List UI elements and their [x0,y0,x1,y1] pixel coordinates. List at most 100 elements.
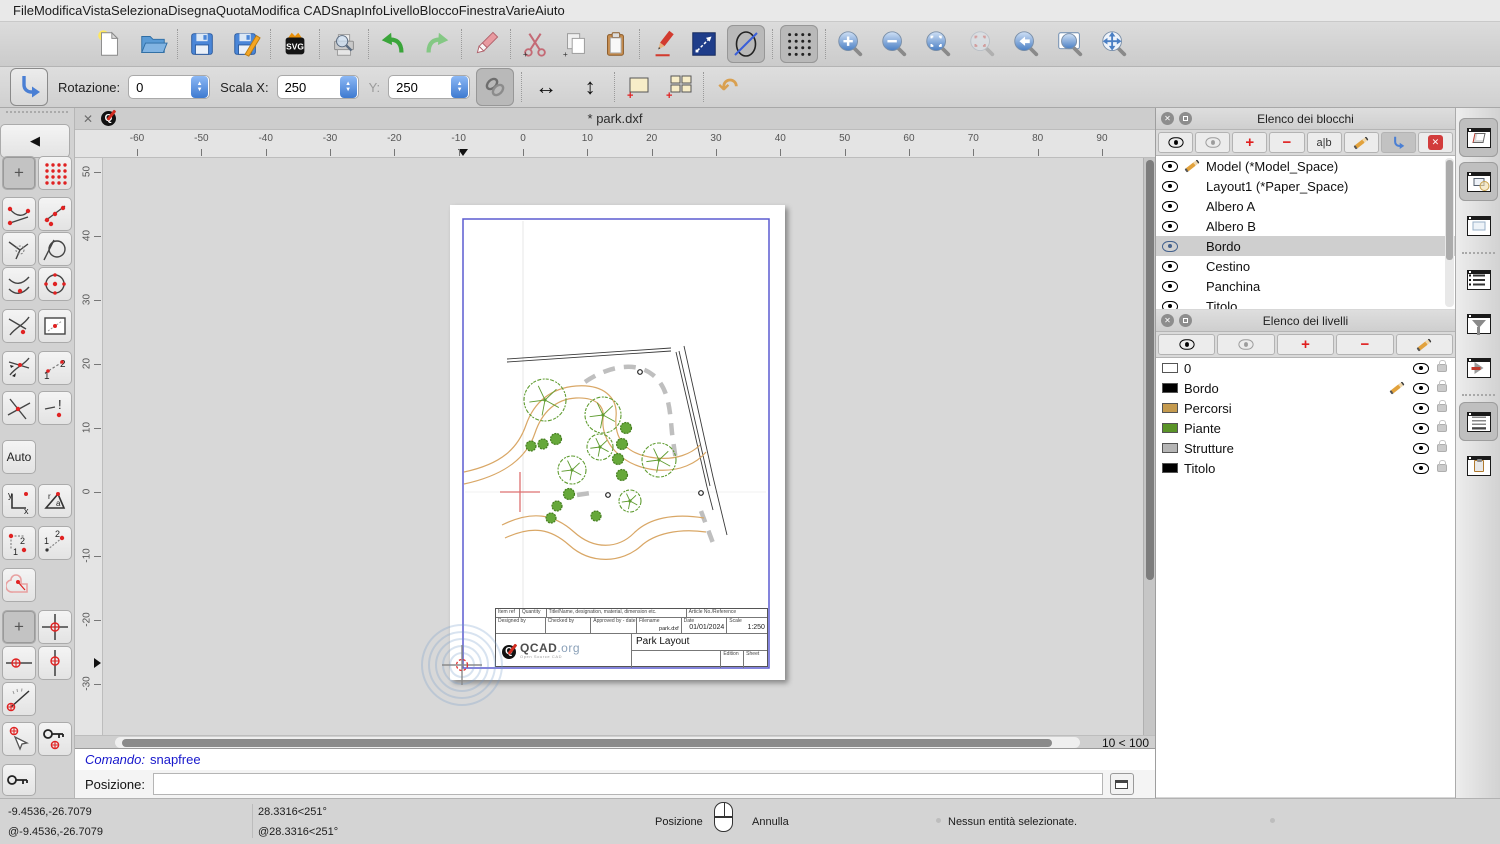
blocks-insert-button[interactable] [1380,132,1416,153]
block-visibility-icon[interactable] [1162,260,1178,272]
restrict-horizontal-button[interactable] [2,646,36,680]
snap-forced-button[interactable]: ! [38,391,72,425]
layer-row[interactable]: 0 [1156,358,1455,378]
snap-grid-button[interactable] [38,156,72,190]
menu-item[interactable]: Finestra [459,3,506,18]
block-row[interactable]: Bordo [1156,236,1455,256]
layer-lock-icon[interactable] [1437,420,1447,432]
selection-filter-toggle-button[interactable] [1459,304,1498,343]
block-row[interactable]: Titolo [1156,296,1455,309]
scale-x-input[interactable] [277,79,336,95]
layer-visibility-icon[interactable] [1413,362,1429,374]
zoom-selection-button[interactable] [965,27,999,61]
h-scroll-thumb[interactable] [122,738,1052,747]
blocks-add-button[interactable]: + [1232,132,1268,153]
layer-row[interactable]: Bordo [1156,378,1455,398]
layers-add-button[interactable]: + [1276,334,1335,355]
layer-visibility-icon[interactable] [1413,462,1429,474]
snap-tangent-button[interactable] [38,232,72,266]
restrict-angle-button[interactable] [2,682,36,716]
block-visibility-icon[interactable] [1162,240,1178,252]
snap-intersection-manual-button[interactable]: 1 2 [38,351,72,385]
flip-vertical-button[interactable]: ↕ [573,70,607,104]
block-list-toggle-button[interactable] [1459,118,1498,157]
ellipse-tool-button[interactable] [727,25,765,63]
layer-color-swatch[interactable] [1162,423,1178,433]
blocks-remove-button[interactable]: − [1269,132,1305,153]
layer-visibility-icon[interactable] [1413,422,1429,434]
snap-points-button[interactable] [38,197,72,231]
scale-y-spinbox[interactable]: ▲▼ [388,75,471,99]
blocks-edit-button[interactable] [1343,132,1379,153]
zoom-window-button[interactable] [1053,27,1087,61]
snap-reference-button[interactable] [38,309,72,343]
blocks-show-all-button[interactable] [1158,132,1194,153]
block-row[interactable]: Model (*Model_Space) [1156,156,1455,176]
block-list-scrollbar[interactable] [1445,158,1454,307]
menu-item[interactable]: Modifica [34,3,82,18]
restrict-orthogonal-button[interactable] [38,610,72,644]
print-preview-button[interactable] [327,27,361,61]
zoom-in-button[interactable] [833,27,867,61]
layer-row[interactable]: Piante [1156,418,1455,438]
auto-zoom-button[interactable] [921,27,955,61]
menu-item[interactable]: Aiuto [535,3,565,18]
layers-show-all-button[interactable] [1158,334,1216,355]
canvas-horizontal-scrollbar[interactable] [115,737,1080,748]
zoom-previous-button[interactable] [1009,27,1043,61]
set-relative-zero-button[interactable] [2,722,36,756]
layer-color-swatch[interactable] [1162,403,1178,413]
block-row[interactable]: Layout1 (*Paper_Space) [1156,176,1455,196]
restrict-none-button[interactable]: + [2,610,36,644]
layers-hide-all-button[interactable] [1217,334,1275,355]
layer-visibility-icon[interactable] [1413,402,1429,414]
layer-row[interactable]: Percorsi [1156,398,1455,418]
canvas-vertical-scrollbar[interactable] [1143,158,1155,735]
block-visibility-icon[interactable] [1162,300,1178,309]
block-visibility-icon[interactable] [1162,220,1178,232]
open-file-button[interactable] [136,27,170,61]
document-tab-bar[interactable]: ✕ * park.dxf [75,108,1155,130]
coord-cartesian-button[interactable]: y x [2,484,36,518]
menu-item[interactable]: Varie [506,3,535,18]
snap-x-button[interactable] [2,391,36,425]
draw-pencil-button[interactable] [647,27,681,61]
position-input[interactable] [152,773,1103,795]
menu-item[interactable]: Disegna [168,3,216,18]
menu-item[interactable]: Info [361,3,383,18]
snap-intersection-button[interactable] [2,351,36,385]
paste-button[interactable] [598,27,632,61]
drawing-canvas[interactable]: Item ref Quantity Title/Name, designatio… [103,158,1143,735]
snap-endpoints-button[interactable] [2,197,36,231]
command-trigger-toggle-button[interactable] [1459,348,1498,387]
zoom-out-button[interactable] [877,27,911,61]
svg-export-button[interactable]: SVG [278,27,312,61]
undo-insert-button[interactable]: ↶ [711,70,745,104]
menu-item[interactable]: Livello [383,3,420,18]
command-line-toggle-button[interactable] [1459,402,1498,441]
toolbar-handle[interactable] [6,111,68,113]
delete-button[interactable] [469,27,503,61]
new-file-button[interactable] [92,27,126,61]
block-visibility-icon[interactable] [1162,160,1178,172]
array-insert-button[interactable]: + [662,70,696,104]
block-row[interactable]: Albero B [1156,216,1455,236]
scale-y-stepper[interactable]: ▲ ▼ [451,76,469,98]
blocks-hide-all-button[interactable] [1195,132,1231,153]
snap-free-button[interactable]: + [2,156,36,190]
command-window-button[interactable] [1109,773,1134,795]
relative-zero-extra-button[interactable] [2,764,36,796]
coord-polar-button[interactable]: r a [38,484,72,518]
pan-button[interactable] [1097,27,1131,61]
rotation-stepper[interactable]: ▲ ▼ [191,76,209,98]
insert-block-button[interactable] [10,68,48,106]
redo-button[interactable] [420,27,454,61]
single-insert-button[interactable]: + [622,70,656,104]
library-browser-toggle-button[interactable] [1459,206,1498,245]
rotation-input[interactable] [129,79,188,95]
layer-visibility-icon[interactable] [1413,382,1429,394]
cut-button[interactable]: + [518,27,552,61]
copy-button[interactable]: + [558,27,592,61]
coord-relative-polar-button[interactable]: 1 2 [38,526,72,560]
scale-y-input[interactable] [389,79,448,95]
